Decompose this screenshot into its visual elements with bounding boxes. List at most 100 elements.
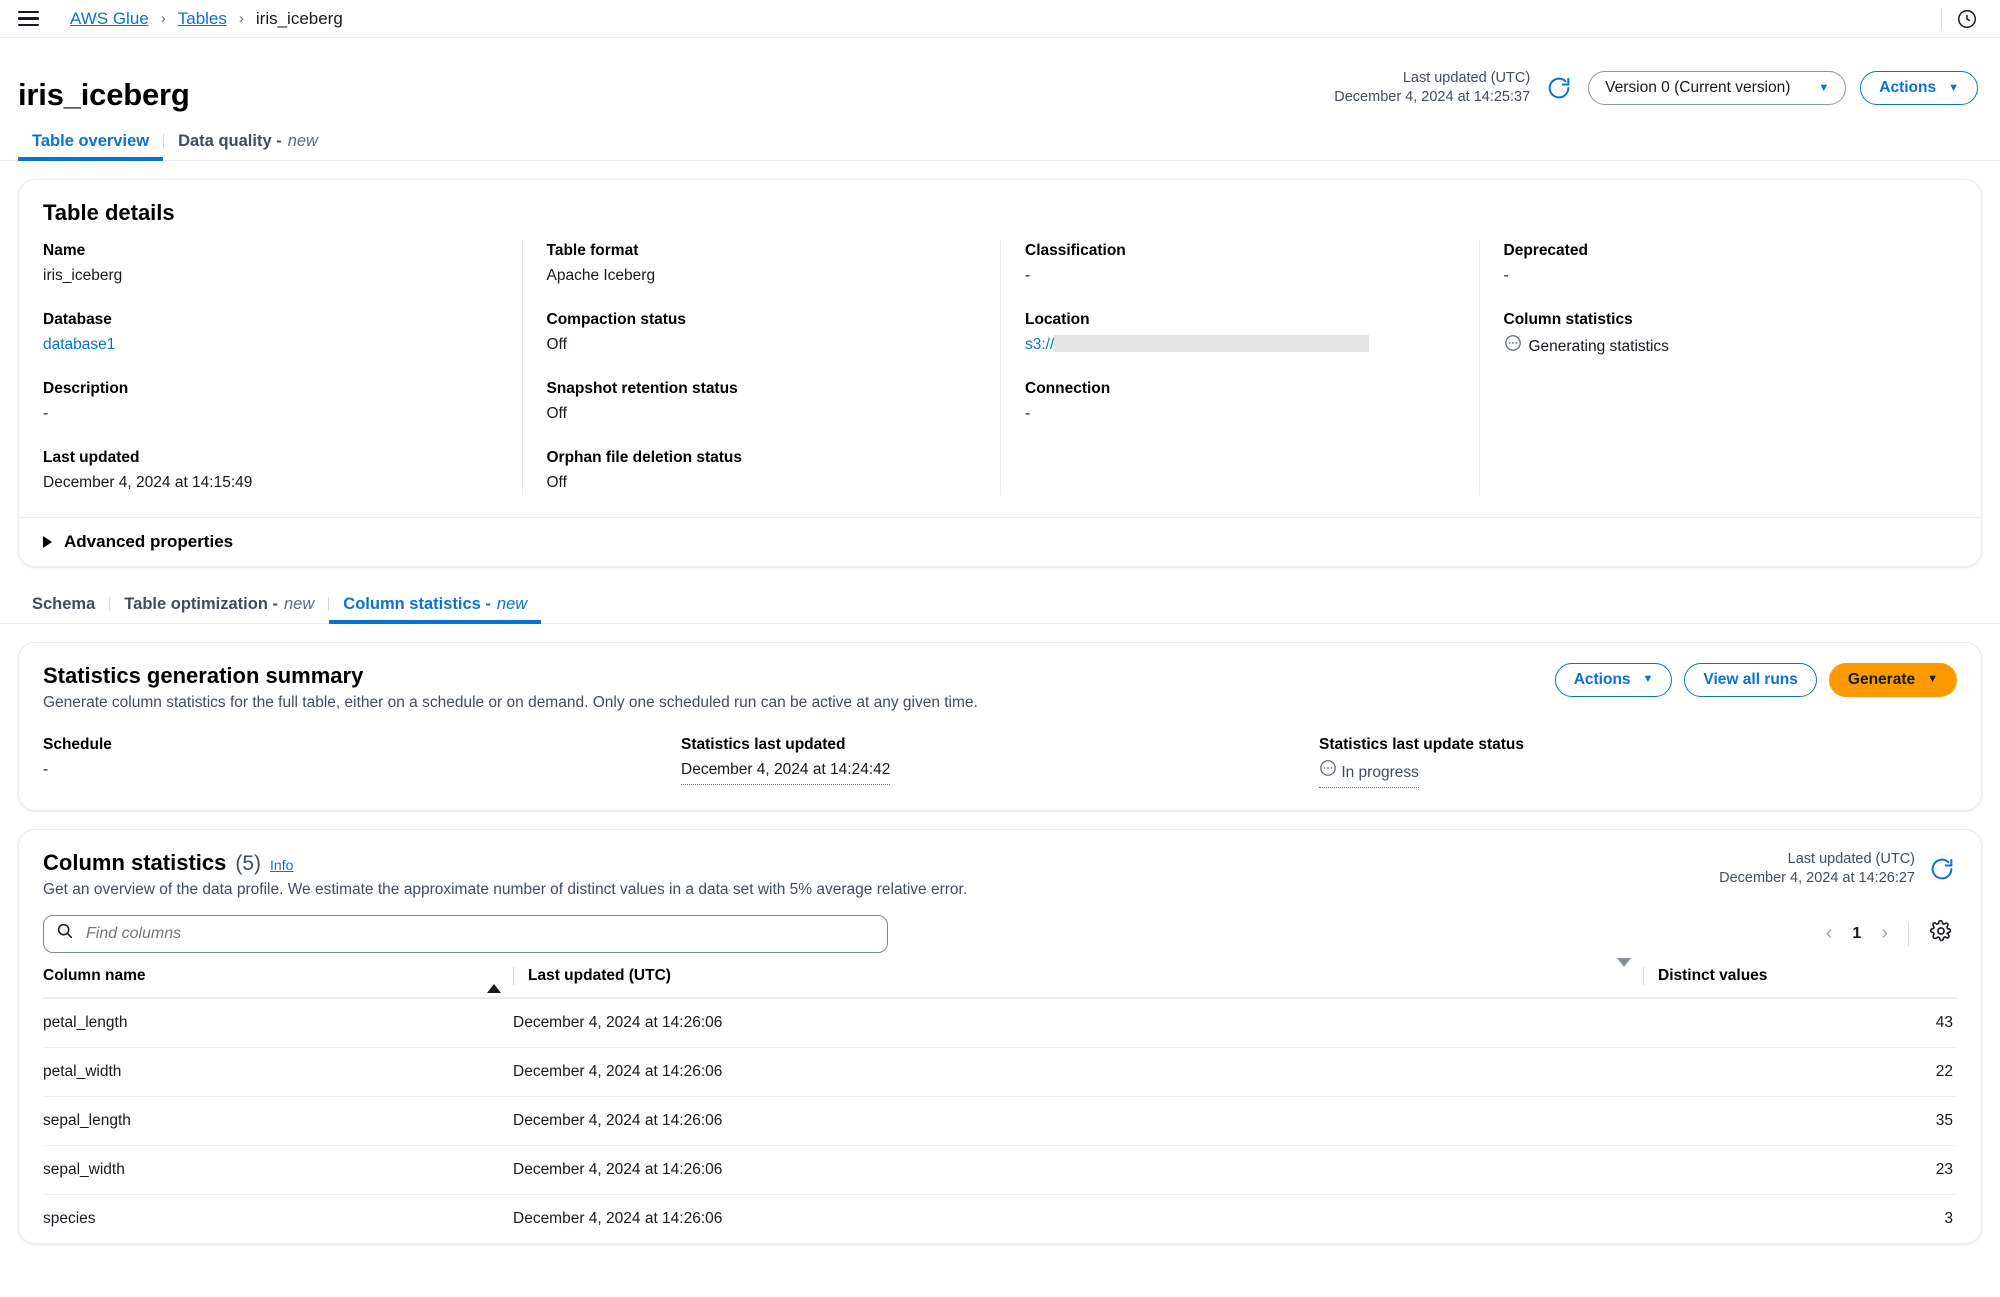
field-label: Connection <box>1025 379 1111 397</box>
gear-icon[interactable] <box>1929 919 1953 948</box>
column-statistics-header: Column statistics (5) Info Get an overvi… <box>43 850 1957 899</box>
header-last-updated-label: Last updated (UTC) <box>1402 69 1531 86</box>
table-header: Column name Last updated (UTC) Distinct … <box>43 957 1957 999</box>
cell-column-name: species <box>43 1209 96 1227</box>
header-distinct-values[interactable]: Distinct values <box>1643 966 1957 999</box>
breadcrumb-item-current: iris_iceberg <box>255 8 343 28</box>
field-label: Deprecated <box>1503 242 1588 259</box>
hamburger-menu-icon[interactable] <box>18 8 44 30</box>
field-label: Schedule <box>43 735 112 753</box>
field-value: Apache Iceberg <box>546 267 656 285</box>
table-row[interactable]: sepal_length December 4, 2024 at 14:26:0… <box>43 1096 1957 1146</box>
field-value: Off <box>546 405 567 423</box>
pagination-next-button[interactable]: › <box>1881 922 1888 945</box>
header-last-updated-value: December 4, 2024 at 14:25:37 <box>1334 89 1531 106</box>
info-link[interactable]: Info <box>270 857 293 873</box>
refresh-icon[interactable] <box>1927 854 1957 884</box>
summary-header: Statistics generation summary Generate c… <box>43 662 1957 712</box>
chevron-down-icon: ▼ <box>1948 81 1959 94</box>
breadcrumb-item-tables[interactable]: Tables <box>178 9 227 29</box>
field-deprecated: Deprecated - <box>1504 240 1934 288</box>
tab-column-statistics[interactable]: Column statistics - new <box>329 587 542 624</box>
field-compaction-status: Compaction status Off <box>547 309 977 357</box>
field-label: Classification <box>1025 242 1126 259</box>
tab-table-overview[interactable]: Table overview <box>18 124 164 161</box>
cell-distinct-values: 22 <box>1643 1047 1957 1097</box>
field-label: Orphan file deletion status <box>546 448 743 466</box>
table-row[interactable]: petal_length December 4, 2024 at 14:26:0… <box>43 997 1957 1048</box>
main-tabs: Table overview Data quality - new <box>0 124 2000 161</box>
table-details-column-3: Classification - Location s3:// Connecti… <box>1000 240 1479 495</box>
tab-schema-label: Schema <box>32 594 96 613</box>
tab-table-optimization[interactable]: Table optimization - new <box>110 587 328 623</box>
advanced-properties-expander[interactable]: Advanced properties <box>19 516 1981 566</box>
table-details-column-4: Deprecated - Column statistics Generatin… <box>1478 240 1958 495</box>
field-value: In progress <box>1319 759 1957 788</box>
table-row[interactable]: sepal_width December 4, 2024 at 14:26:06… <box>43 1145 1957 1195</box>
search-input[interactable] <box>84 923 875 944</box>
header-column-name-label: Column name <box>43 966 146 984</box>
field-value: iris_iceberg <box>43 267 123 285</box>
tab-schema[interactable]: Schema <box>18 587 109 623</box>
recent-activity-clock-icon[interactable] <box>1956 8 1978 30</box>
column-statistics-last-updated: Last updated (UTC) December 4, 2024 at 1… <box>1719 850 1915 889</box>
statistics-last-updated-value[interactable]: December 4, 2024 at 14:24:42 <box>681 759 891 785</box>
field-value: December 4, 2024 at 14:15:49 <box>43 474 253 492</box>
field-snapshot-retention-status: Snapshot retention status Off <box>547 378 977 426</box>
pending-status-icon <box>1504 334 1522 359</box>
column-statistics-title: Column statistics <box>43 849 227 875</box>
cell-column-name: petal_length <box>43 997 513 1048</box>
cs-last-updated-value: December 4, 2024 at 14:26:27 <box>1719 870 1915 887</box>
pagination-prev-button[interactable]: ‹ <box>1826 922 1833 945</box>
field-label: Compaction status <box>546 310 687 328</box>
breadcrumb: AWS Glue › Tables › iris_iceberg <box>70 9 343 29</box>
tab-data-quality[interactable]: Data quality - new <box>164 124 332 160</box>
breadcrumb-item-aws-glue[interactable]: AWS Glue <box>70 9 149 29</box>
location-link[interactable]: s3:// <box>1025 336 1054 353</box>
cell-last-updated: December 4, 2024 at 14:26:06 <box>513 1145 1643 1195</box>
column-statistics-card: Column statistics (5) Info Get an overvi… <box>18 828 1982 1244</box>
database-link[interactable]: database1 <box>43 336 115 353</box>
cell-last-updated: December 4, 2024 at 14:26:06 <box>513 1096 1643 1146</box>
field-value: Generating statistics <box>1504 334 1934 359</box>
field-label: Database <box>43 310 112 328</box>
divider <box>1908 921 1909 946</box>
page-header-actions: Last updated (UTC) December 4, 2024 at 1… <box>1334 69 1978 110</box>
field-value: database1 <box>43 334 498 356</box>
table-details-grid: Name iris_iceberg Database database1 Des… <box>43 226 1957 495</box>
cell-last-updated: December 4, 2024 at 14:26:06 <box>513 997 1643 1048</box>
generate-button-label: Generate <box>1847 670 1916 688</box>
version-select-value: Version 0 (Current version) <box>1605 79 1791 97</box>
field-orphan-file-deletion-status: Orphan file deletion status Off <box>547 447 977 495</box>
tab-table-optimization-label: Table optimization - <box>124 594 278 613</box>
refresh-icon[interactable] <box>1544 73 1574 103</box>
cell-last-updated: December 4, 2024 at 14:26:06 <box>513 1209 723 1227</box>
header-last-updated[interactable]: Last updated (UTC) <box>513 957 1643 999</box>
breadcrumb-separator: › <box>160 10 166 27</box>
field-label: Table format <box>546 242 639 259</box>
summary-description: Generate column statistics for the full … <box>43 693 978 711</box>
field-label: Description <box>43 379 129 397</box>
in-progress-status[interactable]: In progress <box>1319 759 1419 788</box>
pagination-page-1[interactable]: 1 <box>1852 925 1861 943</box>
cs-last-updated-label: Last updated (UTC) <box>1787 850 1915 867</box>
summary-actions-button[interactable]: Actions ▼ <box>1554 662 1673 697</box>
header-last-updated-label: Last updated (UTC) <box>528 966 671 984</box>
generate-button[interactable]: Generate ▼ <box>1828 662 1957 697</box>
table-row[interactable]: species December 4, 2024 at 14:26:06 3 <box>43 1194 1957 1243</box>
search-box[interactable] <box>43 914 888 953</box>
table-row[interactable]: petal_width December 4, 2024 at 14:26:06… <box>43 1047 1957 1097</box>
view-all-runs-button[interactable]: View all runs <box>1684 662 1817 697</box>
field-label: Statistics last updated <box>681 735 846 753</box>
top-navigation-bar: AWS Glue › Tables › iris_iceberg <box>0 0 2000 38</box>
field-value: - <box>1503 267 1509 285</box>
header-column-name[interactable]: Column name <box>43 966 513 999</box>
tab-column-statistics-badge: new <box>496 594 528 613</box>
column-statistics-toolbar: ‹ 1 › <box>43 914 1957 953</box>
version-select[interactable]: Version 0 (Current version) ▼ <box>1588 71 1847 106</box>
field-value: Off <box>546 336 567 354</box>
tab-data-quality-label: Data quality - <box>178 132 282 150</box>
actions-button[interactable]: Actions ▼ <box>1860 71 1978 106</box>
column-statistics-table: Column name Last updated (UTC) Distinct … <box>43 957 1957 1243</box>
chevron-down-icon: ▼ <box>1927 673 1938 686</box>
